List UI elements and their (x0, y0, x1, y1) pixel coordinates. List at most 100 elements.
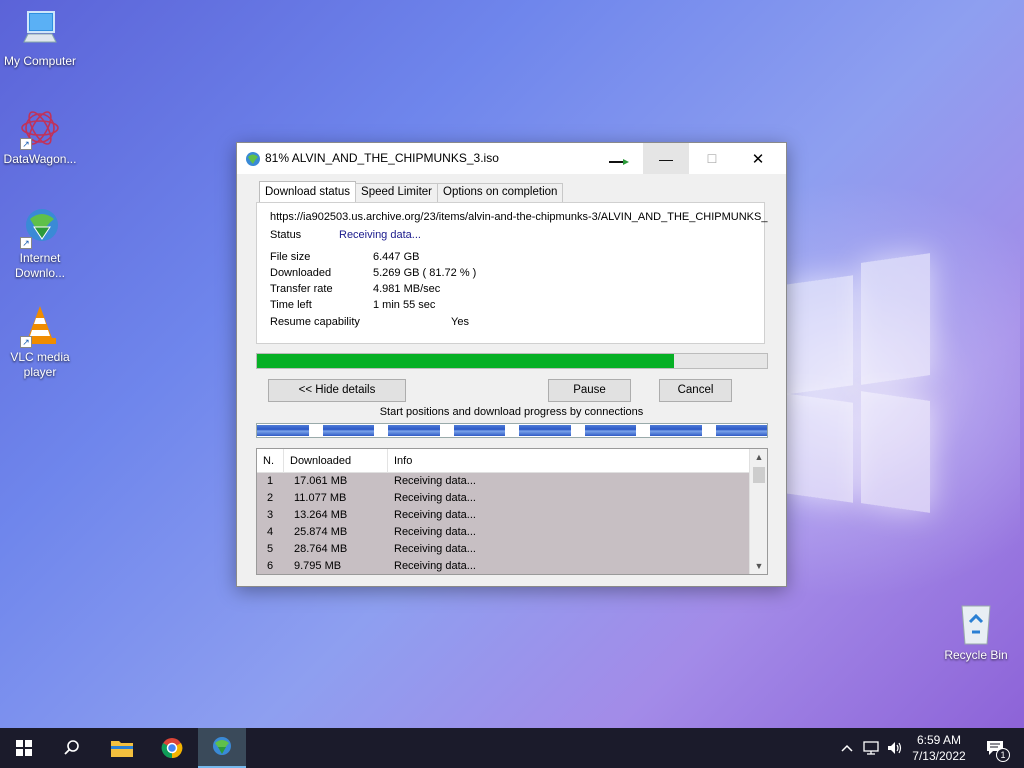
desktop-icon-label: DataWagon... (3, 152, 77, 166)
download-progress-bar (256, 353, 768, 369)
row-downloaded: 13.264 MB (294, 509, 348, 521)
tab-options-on-completion[interactable]: Options on completion (437, 183, 564, 202)
row-downloaded: 25.874 MB (294, 526, 348, 538)
taskbar: 6:59 AM 7/13/2022 1 (0, 728, 1024, 768)
row-info: Receiving data... (394, 526, 476, 538)
resume-capability-label: Resume capability (270, 316, 360, 328)
minimize-button[interactable]: — (643, 143, 689, 174)
connections-caption: Start positions and download progress by… (379, 406, 644, 418)
connection-segment (715, 425, 767, 436)
window-title: 81% ALVIN_AND_THE_CHIPMUNKS_3.iso (265, 151, 499, 165)
desktop-icon-internet-download-manager[interactable]: ↗ Internet Downlo... (0, 205, 80, 281)
show-hidden-icons-chevron-icon[interactable] (838, 728, 856, 768)
folder-icon (111, 741, 133, 757)
idm-globe-icon (213, 737, 231, 755)
status-value: Receiving data... (339, 229, 421, 241)
column-header-info[interactable]: Info (388, 449, 749, 473)
volume-icon[interactable] (884, 728, 906, 768)
file-size-value: 6.447 GB (373, 251, 420, 263)
search-button[interactable] (48, 728, 96, 768)
start-button[interactable] (0, 728, 48, 768)
shortcut-arrow-icon: ↗ (20, 138, 32, 150)
row-number: 2 (267, 492, 274, 504)
taskbar-chrome[interactable] (148, 728, 196, 768)
arrow-indicator-icon (609, 159, 629, 165)
desktop-icon-label: Internet Downlo... (14, 251, 66, 280)
idm-app-icon (246, 152, 260, 166)
network-icon[interactable] (860, 728, 882, 768)
row-number: 3 (267, 509, 274, 521)
desktop-icon-my-computer[interactable]: My Computer (0, 8, 80, 69)
table-row[interactable]: 1 17.061 MB Receiving data... (257, 473, 749, 490)
row-number: 6 (267, 560, 274, 572)
tab-speed-limiter[interactable]: Speed Limiter (355, 183, 438, 202)
row-downloaded: 9.795 MB (294, 560, 342, 572)
taskbar-internet-download-manager[interactable] (198, 728, 246, 768)
close-button[interactable]: ✕ (735, 143, 781, 174)
table-row[interactable]: 5 28.764 MB Receiving data... (257, 541, 749, 558)
download-url: https://ia902503.us.archive.org/23/items… (270, 211, 768, 223)
row-number: 5 (267, 543, 274, 555)
search-icon (64, 740, 79, 755)
transfer-rate-value: 4.981 MB/sec (373, 283, 441, 295)
row-number: 4 (267, 526, 274, 538)
computer-icon (16, 8, 64, 52)
column-header-number[interactable]: N. (257, 449, 284, 473)
scroll-up-icon[interactable]: ▲ (750, 449, 767, 465)
taskbar-file-explorer[interactable] (98, 728, 146, 768)
table-row[interactable]: 6 9.795 MB Receiving data... (257, 558, 749, 574)
recycle-bin-icon (952, 602, 1000, 646)
file-size-label: File size (270, 251, 311, 263)
connection-segment (257, 425, 309, 436)
vlc-cone-icon: ↗ (16, 304, 64, 348)
tab-download-status[interactable]: Download status (259, 181, 357, 202)
connections-progress-bar (256, 423, 768, 438)
datawagon-icon: ↗ (16, 106, 64, 150)
desktop-icon-label: VLC media player (10, 350, 70, 379)
table-row[interactable]: 3 13.264 MB Receiving data... (257, 507, 749, 524)
time-left-label: Time left (270, 299, 312, 311)
idm-globe-icon: ↗ (16, 205, 64, 249)
notification-center-button[interactable]: 1 (980, 728, 1010, 768)
list-body: 1 17.061 MB Receiving data... 2 11.077 M… (257, 473, 749, 574)
time-left-value: 1 min 55 sec (373, 299, 436, 311)
connection-segment (322, 425, 374, 436)
connections-list: N. Downloaded Info 1 17.061 MB Receiving… (256, 448, 768, 575)
row-downloaded: 28.764 MB (294, 543, 348, 555)
scrollbar-thumb[interactable] (753, 467, 765, 483)
notification-count-badge: 1 (996, 748, 1010, 762)
downloaded-label: Downloaded (270, 267, 332, 279)
row-info: Receiving data... (394, 475, 476, 487)
connection-segment (388, 425, 440, 436)
connection-segment (453, 425, 505, 436)
shortcut-arrow-icon: ↗ (20, 336, 32, 348)
maximize-button[interactable]: ☐ (689, 143, 735, 174)
connection-segment (584, 425, 636, 436)
clock-time: 6:59 AM (916, 733, 962, 747)
row-info: Receiving data... (394, 543, 476, 555)
row-info: Receiving data... (394, 492, 476, 504)
list-scrollbar[interactable]: ▲ ▼ (749, 449, 767, 574)
table-row[interactable]: 2 11.077 MB Receiving data... (257, 490, 749, 507)
column-header-downloaded[interactable]: Downloaded (284, 449, 388, 473)
desktop-icon-datawagon[interactable]: ↗ DataWagon... (0, 106, 80, 167)
shortcut-arrow-icon: ↗ (20, 237, 32, 249)
connection-segment (519, 425, 571, 436)
taskbar-clock[interactable]: 6:59 AM 7/13/2022 (904, 732, 974, 764)
scroll-down-icon[interactable]: ▼ (750, 558, 767, 574)
table-row[interactable]: 4 25.874 MB Receiving data... (257, 524, 749, 541)
downloaded-value: 5.269 GB ( 81.72 % ) (373, 267, 477, 279)
window-titlebar[interactable]: 81% ALVIN_AND_THE_CHIPMUNKS_3.iso — ☐ ✕ (237, 143, 786, 174)
cancel-button[interactable]: Cancel (659, 379, 732, 402)
pause-button[interactable]: Pause (548, 379, 631, 402)
hide-details-button[interactable]: << Hide details (268, 379, 406, 402)
clock-date: 7/13/2022 (912, 749, 966, 763)
row-info: Receiving data... (394, 560, 476, 572)
desktop-icon-label: My Computer (3, 54, 77, 68)
chrome-icon (161, 738, 183, 759)
row-downloaded: 17.061 MB (294, 475, 348, 487)
desktop-icon-recycle-bin[interactable]: Recycle Bin (936, 602, 1016, 663)
desktop-icon-vlc[interactable]: ↗ VLC media player (0, 304, 80, 380)
row-info: Receiving data... (394, 509, 476, 521)
progress-fill (257, 354, 674, 368)
